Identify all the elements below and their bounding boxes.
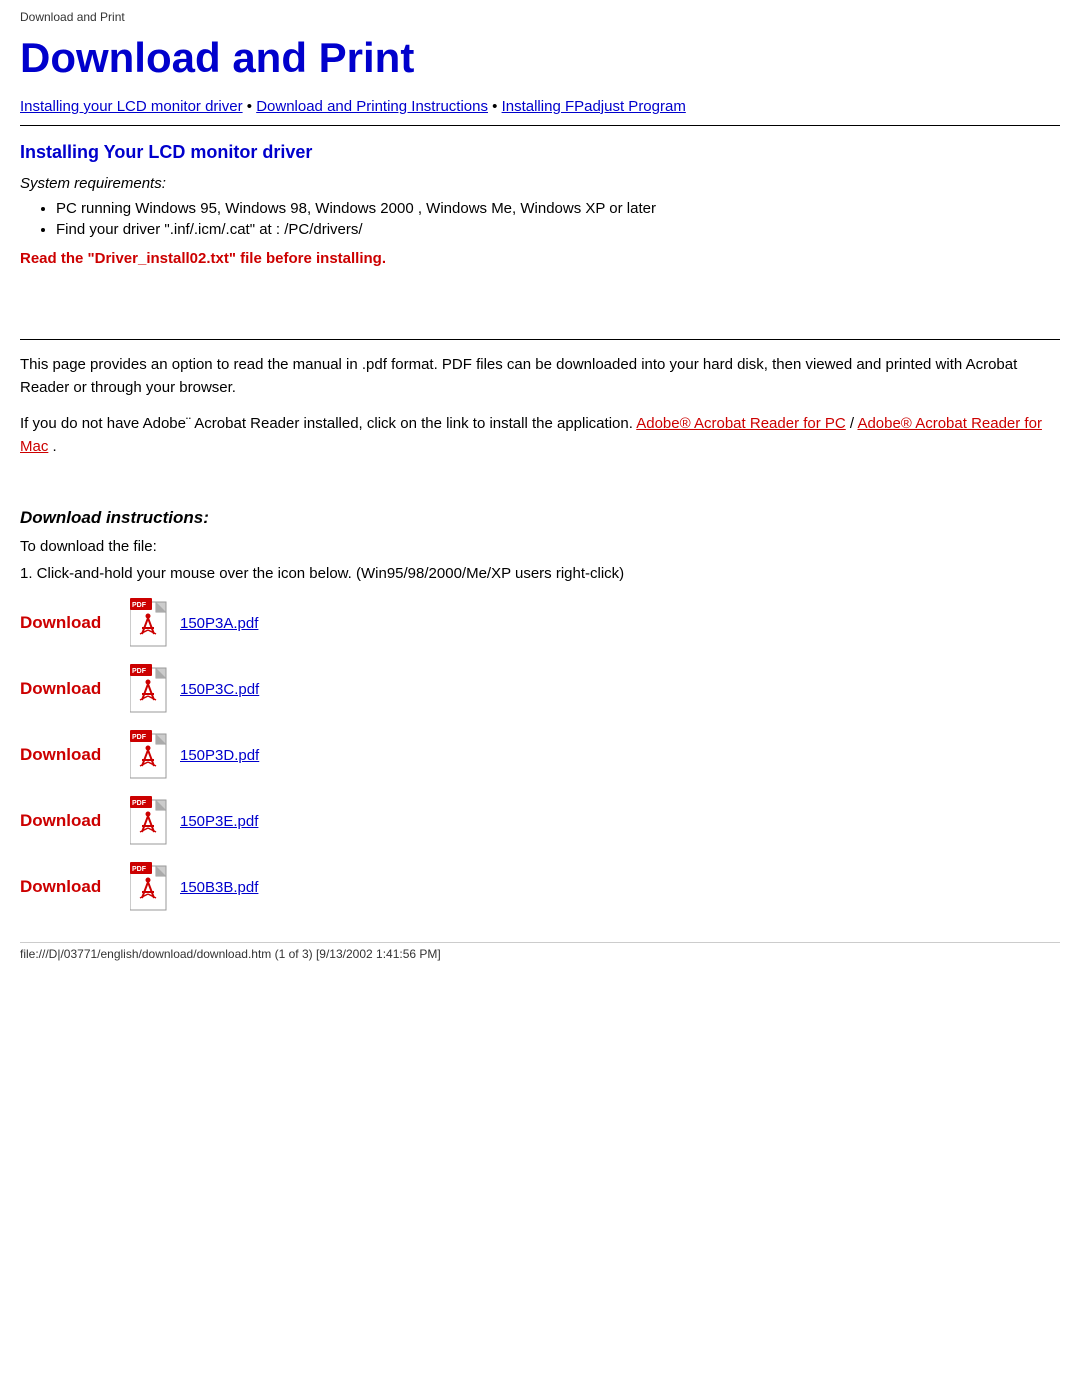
section1-title: Installing Your LCD monitor driver <box>20 142 1060 163</box>
download-label-1: Download <box>20 613 130 633</box>
download-label: To download the file: <box>20 538 1060 555</box>
download-label-4: Download <box>20 811 130 831</box>
click-instruction: 1. Click-and-hold your mouse over the ic… <box>20 565 1060 582</box>
acrobat-pc-link[interactable]: Adobe® Acrobat Reader for PC <box>636 415 846 432</box>
download-label-3: Download <box>20 745 130 765</box>
page-title: Download and Print <box>20 34 1060 82</box>
download-row-3: Download PDF 150P3D.pdf <box>20 730 1060 780</box>
pdf-link-1[interactable]: 150P3A.pdf <box>180 615 258 632</box>
pdf-icon-4: PDF <box>130 796 174 846</box>
pdf-icon-3: PDF <box>130 730 174 780</box>
system-req-label: System requirements: <box>20 175 1060 192</box>
nav-separator-2: • <box>492 98 501 115</box>
divider-2 <box>20 339 1060 340</box>
description-1: This page provides an option to read the… <box>20 354 1060 399</box>
pdf-link-4[interactable]: 150P3E.pdf <box>180 813 258 830</box>
download-label-2: Download <box>20 679 130 699</box>
description-2-text: If you do not have Adobe¨ Acrobat Reader… <box>20 415 633 432</box>
download-row-4: Download PDF 150P3E.pdf <box>20 796 1060 846</box>
download-list: Download PDF 150P3A.pdf Download <box>20 598 1060 912</box>
divider-1 <box>20 125 1060 126</box>
download-label-5: Download <box>20 877 130 897</box>
pdf-icon-2: PDF <box>130 664 174 714</box>
description-2: If you do not have Adobe¨ Acrobat Reader… <box>20 413 1060 458</box>
status-bar: file:///D|/03771/english/download/downlo… <box>20 942 1060 961</box>
list-item: PC running Windows 95, Windows 98, Windo… <box>56 200 1060 217</box>
download-row-5: Download PDF 150B3B.pdf <box>20 862 1060 912</box>
svg-text:PDF: PDF <box>132 734 147 741</box>
period: . <box>53 438 57 455</box>
svg-text:PDF: PDF <box>132 866 147 873</box>
pdf-icon-1: PDF <box>130 598 174 648</box>
svg-text:PDF: PDF <box>132 668 147 675</box>
requirements-list: PC running Windows 95, Windows 98, Windo… <box>56 200 1060 238</box>
nav-link-fpadjust[interactable]: Installing FPadjust Program <box>502 98 686 115</box>
download-row-2: Download PDF 150P3C.pdf <box>20 664 1060 714</box>
warning-text: Read the "Driver_install02.txt" file bef… <box>20 250 1060 267</box>
svg-text:PDF: PDF <box>132 602 147 609</box>
browser-title: Download and Print <box>20 10 1060 24</box>
nav-separator-1: • <box>247 98 256 115</box>
pdf-link-5[interactable]: 150B3B.pdf <box>180 879 258 896</box>
pdf-link-3[interactable]: 150P3D.pdf <box>180 747 259 764</box>
list-item: Find your driver ".inf/.icm/.cat" at : /… <box>56 221 1060 238</box>
nav-link-download-print[interactable]: Download and Printing Instructions <box>256 98 488 115</box>
svg-text:PDF: PDF <box>132 800 147 807</box>
download-row-1: Download PDF 150P3A.pdf <box>20 598 1060 648</box>
nav-link-lcd-driver[interactable]: Installing your LCD monitor driver <box>20 98 243 115</box>
pdf-link-2[interactable]: 150P3C.pdf <box>180 681 259 698</box>
pdf-icon-5: PDF <box>130 862 174 912</box>
nav-links: Installing your LCD monitor driver • Dow… <box>20 98 1060 115</box>
download-instructions-title: Download instructions: <box>20 508 1060 528</box>
